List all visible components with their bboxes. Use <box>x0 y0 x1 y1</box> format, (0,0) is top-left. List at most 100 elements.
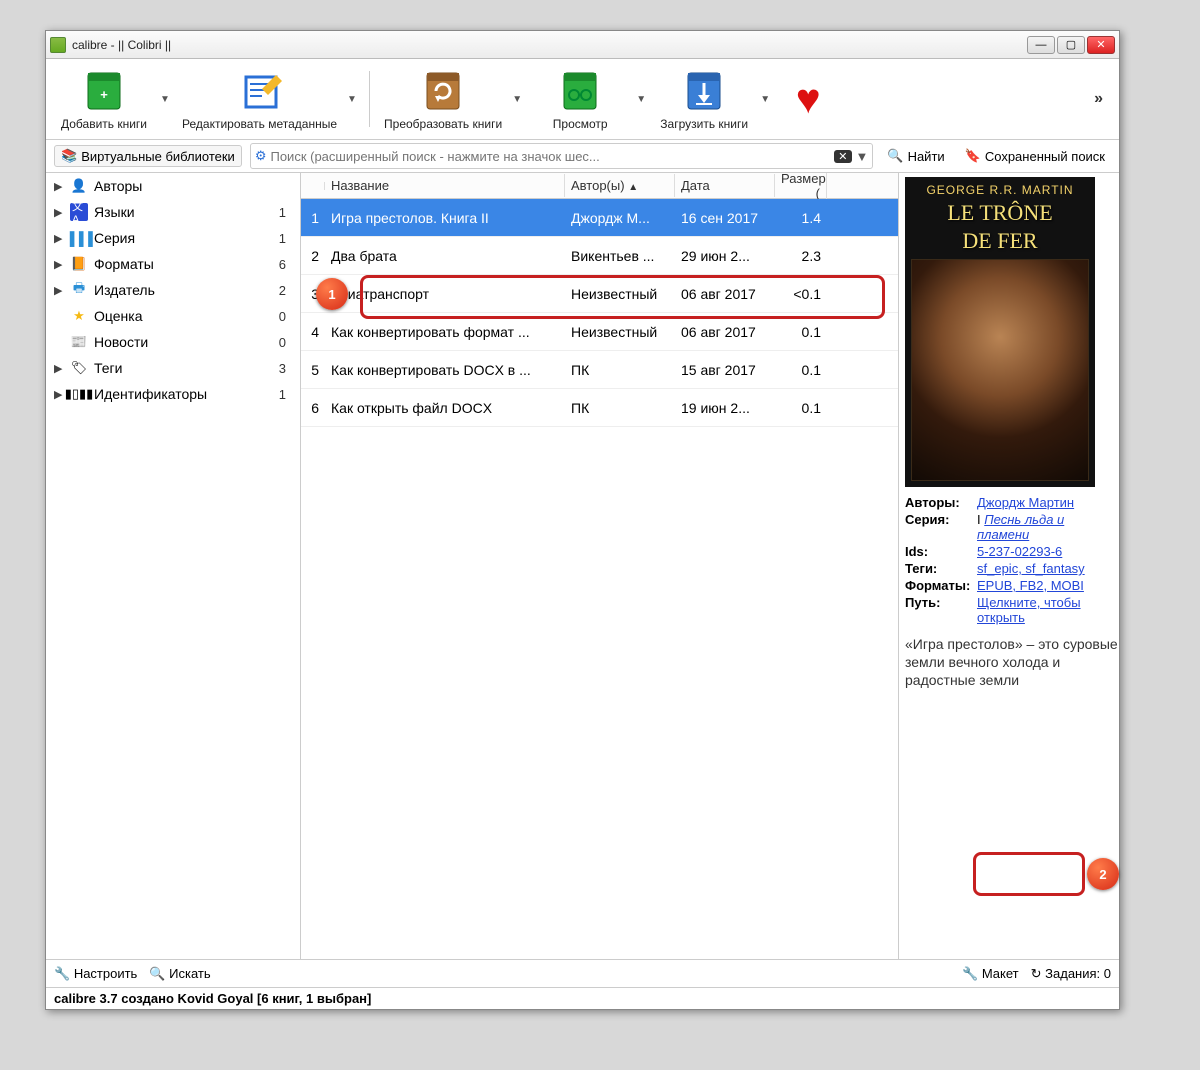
publisher-icon: 🖶 <box>70 281 88 299</box>
language-icon: 文A <box>70 203 88 221</box>
table-row[interactable]: 3АвиатранспортНеизвестный06 авг 2017<0.1 <box>301 275 898 313</box>
authors-link[interactable]: Джордж Мартин <box>977 495 1074 510</box>
maximize-button[interactable]: ▢ <box>1057 36 1085 54</box>
table-row[interactable]: 4Как конвертировать формат ...Неизвестны… <box>301 313 898 351</box>
row-author: ПК <box>565 400 675 416</box>
view-icon <box>558 69 602 113</box>
search-input[interactable] <box>270 149 834 164</box>
status-text: calibre 3.7 создано Kovid Goyal [6 книг,… <box>54 991 371 1006</box>
row-date: 19 июн 2... <box>675 400 775 416</box>
cover-image[interactable]: GEORGE R.R. MARTIN LE TRÔNE DE FER <box>905 177 1095 487</box>
col-date[interactable]: Дата <box>675 174 775 197</box>
col-author[interactable]: Автор(ы) ▲ <box>565 174 675 197</box>
configure-button[interactable]: Настроить <box>54 966 137 982</box>
sidebar-item-tags[interactable]: ▶🏷Теги3 <box>46 355 300 381</box>
virtual-libraries-button[interactable]: 📚 Виртуальные библиотеки <box>54 145 242 167</box>
add-books-dropdown[interactable]: ▼ <box>160 94 172 105</box>
convert-icon <box>421 69 465 113</box>
wrench-icon <box>54 966 70 981</box>
sidebar-item-authors[interactable]: ▶👤Авторы <box>46 173 300 199</box>
tags-link[interactable]: sf_epic, sf_fantasy <box>977 561 1085 576</box>
clear-search-icon[interactable]: ✕ <box>834 150 851 163</box>
sidebar-item-languages[interactable]: ▶文AЯзыки1 <box>46 199 300 225</box>
convert-dropdown[interactable]: ▼ <box>512 94 524 105</box>
series-link[interactable]: Песнь льда и пламени <box>977 512 1064 542</box>
main-toolbar: + Добавить книги ▼ Редактировать метадан… <box>46 59 1119 140</box>
content-area: ▶👤Авторы ▶文AЯзыки1 ▶▐▐▐Серия1 ▶📙Форматы6… <box>46 173 1119 959</box>
search-dropdown[interactable]: ▼ <box>856 149 869 164</box>
tag-browser: ▶👤Авторы ▶文AЯзыки1 ▶▐▐▐Серия1 ▶📙Форматы6… <box>46 173 301 959</box>
sidebar-item-news[interactable]: 📰Новости0 <box>46 329 300 355</box>
row-date: 16 сен 2017 <box>675 210 775 226</box>
gear-icon[interactable] <box>255 148 267 164</box>
row-index: 1 <box>301 210 325 226</box>
table-row[interactable]: 6Как открыть файл DOCXПК19 июн 2...0.1 <box>301 389 898 427</box>
view-button[interactable]: Просмотр <box>530 63 630 135</box>
window-title: calibre - || Colibri || <box>72 38 1027 52</box>
book-list: Название Автор(ы) ▲ Дата Размер ( 1Игра … <box>301 173 899 959</box>
ids-label: Ids: <box>905 544 977 559</box>
search-toolbar: 📚 Виртуальные библиотеки ✕ ▼ Найти Сохра… <box>46 140 1119 173</box>
heart-icon: ♥ <box>796 75 821 123</box>
table-row[interactable]: 1Игра престолов. Книга IIДжордж М...16 с… <box>301 199 898 237</box>
view-dropdown[interactable]: ▼ <box>636 94 648 105</box>
row-size: 1.4 <box>775 210 827 226</box>
row-index: 4 <box>301 324 325 340</box>
download-dropdown[interactable]: ▼ <box>760 94 772 105</box>
sidebar-item-rating[interactable]: ★Оценка0 <box>46 303 300 329</box>
overflow-button[interactable]: » <box>1094 90 1111 108</box>
formats-link[interactable]: EPUB, FB2, MOBI <box>977 578 1084 593</box>
row-size: <0.1 <box>775 286 827 302</box>
books-icon: 📚 <box>61 148 77 164</box>
table-row[interactable]: 5Как конвертировать DOCX в ...ПК15 авг 2… <box>301 351 898 389</box>
sidebar-item-publisher[interactable]: ▶🖶Издатель2 <box>46 277 300 303</box>
row-author: Неизвестный <box>565 324 675 340</box>
edit-metadata-icon <box>238 69 282 113</box>
convert-books-button[interactable]: Преобразовать книги <box>380 63 506 135</box>
row-title: Как открыть файл DOCX <box>325 400 565 416</box>
row-size: 0.1 <box>775 400 827 416</box>
add-books-button[interactable]: + Добавить книги <box>54 63 154 135</box>
search-tagbrowser-button[interactable]: Искать <box>149 966 210 982</box>
download-books-button[interactable]: Загрузить книги <box>654 63 754 135</box>
row-index: 6 <box>301 400 325 416</box>
jobs-button[interactable]: Задания: 0 <box>1031 966 1111 982</box>
sidebar-item-identifiers[interactable]: ▶▮▯▮▮Идентификаторы1 <box>46 381 300 407</box>
search-box[interactable]: ✕ ▼ <box>250 143 874 169</box>
sidebar-item-formats[interactable]: ▶📙Форматы6 <box>46 251 300 277</box>
table-row[interactable]: 2Два братаВикентьев ...29 июн 2...2.3 <box>301 237 898 275</box>
toolbar-separator <box>369 71 370 127</box>
description-text: «Игра престолов» – это суровые земли веч… <box>905 635 1119 690</box>
layout-button[interactable]: Макет <box>962 966 1019 982</box>
book-details-panel: GEORGE R.R. MARTIN LE TRÔNE DE FER Автор… <box>899 173 1119 959</box>
edit-metadata-button[interactable]: Редактировать метаданные <box>178 63 341 135</box>
col-title[interactable]: Название <box>325 174 565 197</box>
grid-header: Название Автор(ы) ▲ Дата Размер ( <box>301 173 898 199</box>
formats-label: Форматы: <box>905 578 977 593</box>
sidebar-item-series[interactable]: ▶▐▐▐Серия1 <box>46 225 300 251</box>
grid-body: 1Игра престолов. Книга IIДжордж М...16 с… <box>301 199 898 959</box>
close-button[interactable]: ✕ <box>1087 36 1115 54</box>
person-icon: 👤 <box>70 177 88 195</box>
row-index: 5 <box>301 362 325 378</box>
path-label: Путь: <box>905 595 977 610</box>
row-size: 0.1 <box>775 362 827 378</box>
ids-link[interactable]: 5-237-02293-6 <box>977 544 1062 559</box>
row-title: Как конвертировать DOCX в ... <box>325 362 565 378</box>
wrench-icon <box>962 966 978 981</box>
svg-text:+: + <box>100 87 108 102</box>
col-index[interactable] <box>301 182 325 190</box>
news-icon: 📰 <box>70 333 88 351</box>
row-index: 2 <box>301 248 325 264</box>
row-date: 06 авг 2017 <box>675 324 775 340</box>
row-author: ПК <box>565 362 675 378</box>
download-icon <box>682 69 726 113</box>
row-title: Игра престолов. Книга II <box>325 210 565 226</box>
find-button[interactable]: Найти <box>881 146 950 166</box>
row-title: Авиатранспорт <box>325 286 565 302</box>
saved-search-button[interactable]: Сохраненный поиск <box>959 146 1111 166</box>
minimize-button[interactable]: — <box>1027 36 1055 54</box>
donate-button[interactable]: ♥ <box>778 71 838 127</box>
path-link[interactable]: Щелкните, чтобы открыть <box>977 595 1081 625</box>
edit-metadata-dropdown[interactable]: ▼ <box>347 94 359 105</box>
